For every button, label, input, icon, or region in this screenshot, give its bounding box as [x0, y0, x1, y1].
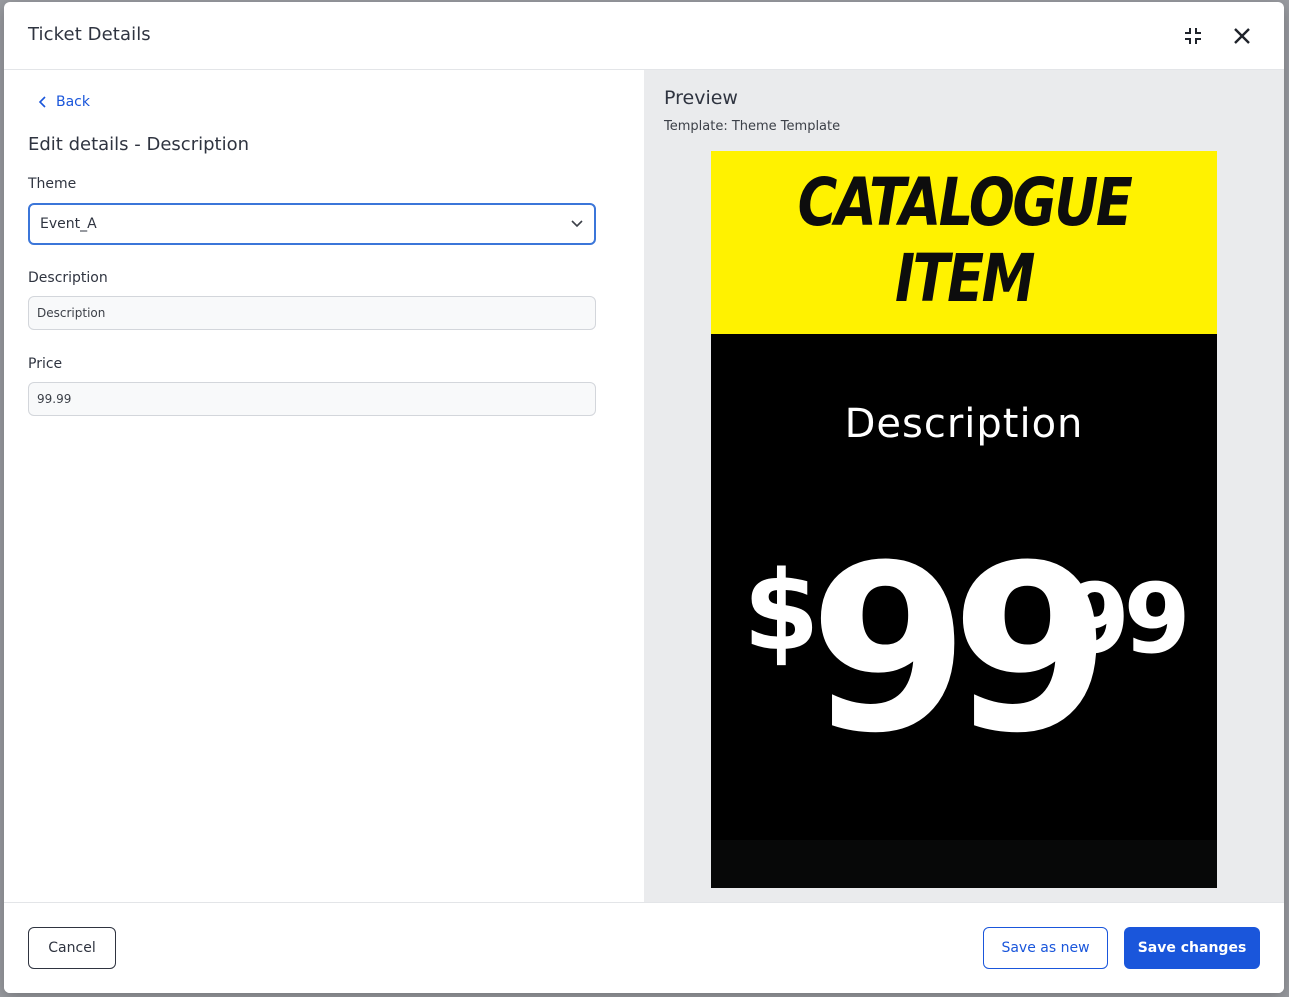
price-label: Price — [28, 356, 63, 372]
ticket-heading-line1: CATALOGUE — [797, 164, 1133, 241]
cancel-button[interactable]: Cancel — [28, 927, 116, 969]
ticket-price-main: 99 — [809, 517, 1111, 784]
chevron-down-icon — [571, 220, 583, 228]
close-button[interactable] — [1228, 22, 1256, 50]
collapse-button[interactable] — [1179, 22, 1207, 50]
theme-select[interactable]: Event_A — [28, 203, 596, 245]
section-title: Edit details - Description — [28, 134, 250, 155]
theme-select-value: Event_A — [40, 216, 97, 232]
preview-title: Preview — [664, 87, 738, 109]
preview-panel: Preview Template: Theme Template CATALOG… — [644, 70, 1284, 902]
template-name: Template: Theme Template — [664, 119, 841, 134]
ticket-details-modal: Ticket Details Back Edit details - Descr… — [4, 2, 1284, 993]
save-as-new-button[interactable]: Save as new — [983, 927, 1108, 969]
description-input[interactable] — [28, 296, 596, 330]
ticket-description: Description — [844, 401, 1084, 447]
modal-header: Ticket Details — [4, 2, 1284, 70]
description-label: Description — [28, 270, 108, 286]
ticket-heading: CATALOGUE ITEM — [757, 165, 1172, 317]
close-icon — [1234, 28, 1250, 44]
ticket-currency: $ — [743, 547, 820, 675]
chevron-left-icon — [38, 96, 46, 108]
ticket-footer-band — [711, 840, 1217, 888]
save-changes-button[interactable]: Save changes — [1124, 927, 1260, 969]
back-link[interactable]: Back — [38, 94, 90, 110]
modal-footer: Cancel Save as new Save changes — [4, 902, 1284, 993]
ticket-preview: CATALOGUE ITEM Description $ 99 99 — [711, 151, 1217, 888]
modal-title: Ticket Details — [28, 24, 151, 45]
collapse-icon — [1185, 28, 1201, 44]
edit-panel: Back Edit details - Description Theme Ev… — [4, 70, 644, 902]
ticket-price-cents: 99 — [1063, 563, 1191, 675]
price-input[interactable] — [28, 382, 596, 416]
theme-label: Theme — [28, 176, 77, 192]
back-label: Back — [56, 94, 90, 110]
ticket-header-band: CATALOGUE ITEM — [711, 151, 1217, 334]
ticket-heading-line2: ITEM — [894, 240, 1036, 317]
